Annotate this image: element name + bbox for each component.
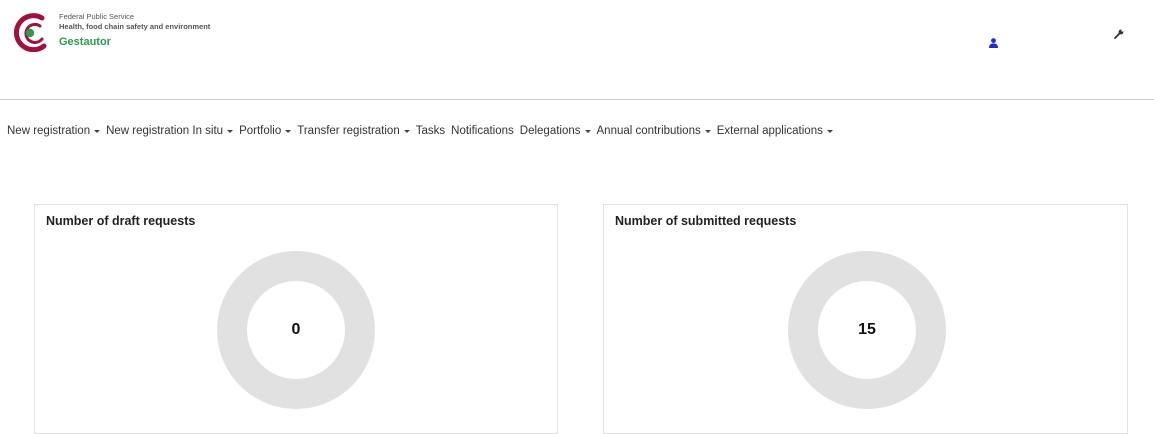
submitted-requests-count: 15 (858, 321, 876, 338)
nav-label: Annual contributions (596, 125, 701, 137)
org-name-line1: Federal Public Service (59, 12, 135, 21)
nav-label: Tasks (415, 125, 446, 137)
nav-transfer-registration[interactable]: Transfer registration (297, 125, 410, 137)
caret-down-icon (826, 129, 833, 133)
panel-title: Number of submitted requests (615, 214, 797, 228)
app-name[interactable]: Gestautor (59, 36, 210, 49)
nav-new-registration[interactable]: New registration (7, 125, 101, 137)
nav-label: Delegations (519, 125, 581, 137)
nav-label: External applications (716, 125, 823, 137)
draft-requests-donut[interactable]: 0 (216, 250, 376, 410)
caret-down-icon (94, 129, 101, 133)
caret-down-icon (227, 129, 234, 133)
nav-label: Portfolio (239, 125, 282, 137)
brand-block: Federal Public Service Health, food chai… (59, 12, 210, 49)
nav-new-registration-in-situ[interactable]: New registration In situ (106, 125, 234, 137)
nav-notifications[interactable]: Notifications (451, 125, 514, 137)
draft-requests-panel: Number of draft requests 0 (34, 204, 558, 434)
draft-requests-count: 0 (291, 321, 301, 338)
caret-down-icon (584, 129, 591, 133)
submitted-requests-panel: Number of submitted requests 15 (603, 204, 1128, 434)
nav-delegations[interactable]: Delegations (520, 125, 591, 137)
nav-annual-contributions[interactable]: Annual contributions (597, 125, 711, 137)
wrench-icon[interactable] (1114, 29, 1124, 39)
nav-tasks[interactable]: Tasks (416, 125, 445, 137)
submitted-requests-donut[interactable]: 15 (787, 250, 947, 410)
nav-label: Transfer registration (297, 125, 400, 137)
main-nav: New registration New registration In sit… (7, 121, 839, 141)
nav-label: New registration (7, 125, 91, 137)
nav-external-applications[interactable]: External applications (717, 125, 833, 137)
caret-down-icon (285, 129, 292, 133)
org-name-line2: Health, food chain safety and environmen… (59, 22, 211, 31)
app-header: Federal Public Service Health, food chai… (0, 0, 1154, 100)
fps-health-logo[interactable] (6, 12, 52, 52)
panel-title: Number of draft requests (46, 214, 196, 228)
caret-down-icon (403, 129, 410, 133)
nav-portfolio[interactable]: Portfolio (239, 125, 292, 137)
nav-label: Notifications (451, 125, 514, 137)
nav-label: New registration In situ (106, 125, 224, 137)
user-icon[interactable] (989, 38, 998, 48)
caret-down-icon (704, 129, 711, 133)
